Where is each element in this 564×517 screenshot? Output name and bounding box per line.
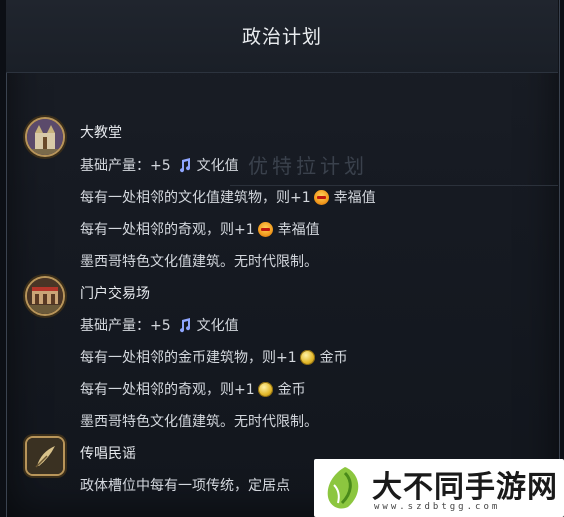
cathedral-building-icon: [25, 117, 65, 157]
background-ghost-text: 优特拉计划: [248, 154, 368, 178]
item-line: 墨西哥特色文化值建筑。无时代限制。: [80, 254, 318, 270]
item-name: 大教堂: [80, 125, 122, 141]
item-name: 门户交易场: [80, 286, 150, 302]
culture-music-icon: [179, 318, 190, 333]
watermark-url: www.szdbtgg.com: [374, 502, 501, 512]
item-line: 墨西哥特色文化值建筑。无时代限制。: [80, 414, 318, 430]
gold-coin-icon: [257, 382, 273, 397]
watermark-text: 大不同手游网: [372, 470, 558, 505]
watermark-leaf-logo: [327, 467, 359, 509]
gold-coin-icon: [299, 350, 315, 365]
item-line: 每有一处相邻的文化值建筑物，则+1 幸福值: [80, 190, 376, 206]
quill-tradition-icon: [25, 436, 65, 476]
culture-music-icon: [179, 158, 190, 173]
item-name: 传唱民谣: [80, 446, 136, 462]
happiness-icon: [313, 190, 329, 205]
happiness-icon: [257, 222, 273, 237]
item-line: 每有一处相邻的金币建筑物，则+1 金币: [80, 350, 348, 366]
background-divider: [230, 185, 558, 186]
panel-title: 政治计划: [241, 26, 322, 48]
item-line: 基础产量：+5 文化值: [80, 158, 239, 174]
item-line: 政体槽位中每有一项传统，定居点: [80, 478, 290, 494]
item-line: 每有一处相邻的奇观，则+1 幸福值: [80, 222, 320, 238]
item-line: 每有一处相邻的奇观，则+1 金币: [80, 382, 306, 398]
item-line: 基础产量：+5 文化值: [80, 318, 239, 334]
market-building-icon: [25, 276, 65, 316]
